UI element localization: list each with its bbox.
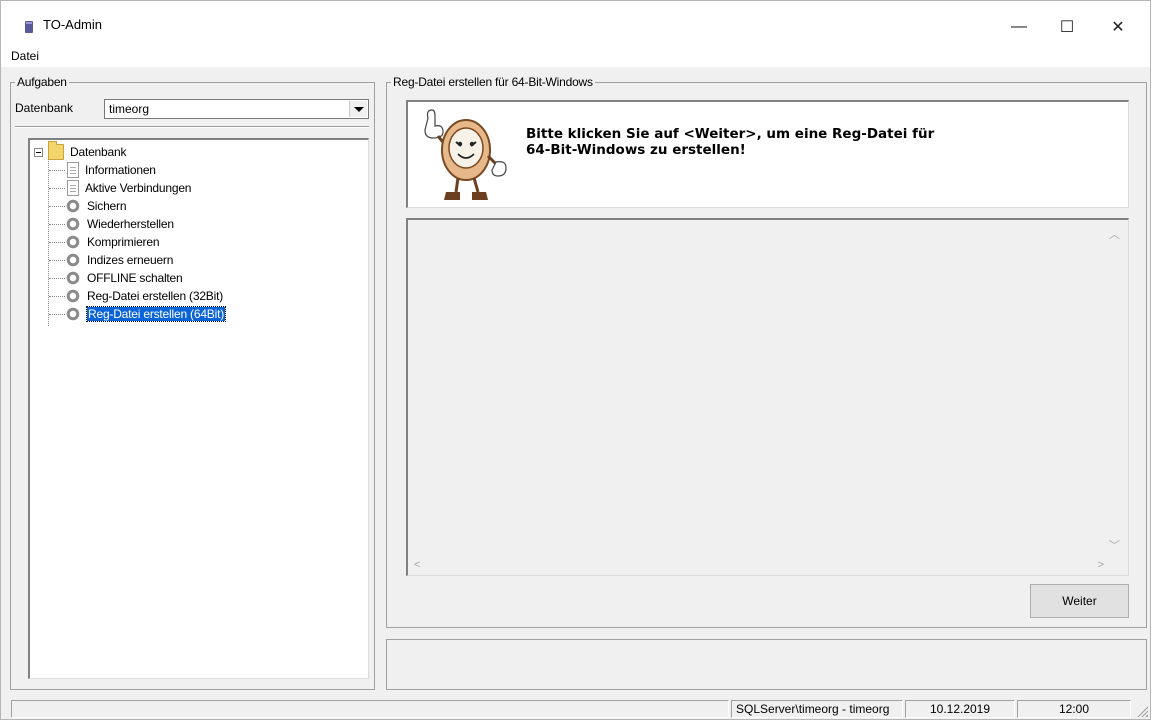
- tree-item-label: Sichern: [87, 199, 127, 213]
- tree-item-aktive-verbindungen[interactable]: Aktive Verbindungen: [65, 179, 191, 197]
- tasks-legend: Aufgaben: [15, 75, 69, 89]
- tasks-groupbox: Aufgaben Datenbank timeorg Datenbank Inf…: [10, 75, 375, 690]
- separator: [15, 126, 369, 128]
- scroll-left-arrow[interactable]: <: [414, 559, 420, 571]
- tree-line: [49, 242, 65, 243]
- tree-item-label: OFFLINE schalten: [87, 271, 183, 285]
- title-bar[interactable]: TO-Admin — ☐ ✕: [1, 1, 1150, 45]
- bottom-panel: [386, 639, 1147, 690]
- tree-item-komprimieren[interactable]: Komprimieren: [65, 233, 159, 251]
- close-button[interactable]: ✕: [1095, 13, 1141, 41]
- tree-item-indizes-erneuern[interactable]: Indizes erneuern: [65, 251, 173, 269]
- status-time: 12:00: [1017, 700, 1131, 718]
- tree-item-label: Komprimieren: [87, 235, 160, 249]
- window-title: TO-Admin: [43, 17, 102, 32]
- reg-file-legend: Reg-Datei erstellen für 64-Bit-Windows: [391, 75, 595, 89]
- tree-item-label: Wiederherstellen: [87, 217, 174, 231]
- document-icon: [67, 180, 79, 196]
- tree-item-reg-datei-64bit[interactable]: Reg-Datei erstellen (64Bit): [65, 305, 226, 323]
- reg-file-groupbox: Reg-Datei erstellen für 64-Bit-Windows B…: [386, 75, 1147, 628]
- database-combobox-value: timeorg: [109, 102, 150, 116]
- folder-icon: [48, 141, 64, 160]
- tree-item-informationen[interactable]: Informationen: [65, 161, 156, 179]
- tree-root-label: Datenbank: [70, 145, 127, 159]
- resize-grip-icon[interactable]: [1136, 705, 1148, 717]
- gear-icon: [65, 216, 81, 232]
- tree-item-label: Reg-Datei erstellen (32Bit): [87, 289, 223, 303]
- menu-datei[interactable]: Datei: [11, 49, 39, 63]
- tree-item-offline-schalten[interactable]: OFFLINE schalten: [65, 269, 183, 287]
- gear-icon: [65, 306, 81, 322]
- scroll-down-arrow[interactable]: ﹀: [1109, 537, 1120, 553]
- instruction-message: Bitte klicken Sie auf <Weiter>, um eine …: [526, 126, 934, 158]
- status-date: 10.12.2019: [905, 700, 1015, 718]
- minimize-button[interactable]: —: [996, 13, 1042, 41]
- document-icon: [67, 162, 79, 178]
- tree-item-sichern[interactable]: Sichern: [65, 197, 126, 215]
- tree-item-wiederherstellen[interactable]: Wiederherstellen: [65, 215, 174, 233]
- scroll-up-arrow[interactable]: ︿: [1109, 226, 1120, 242]
- tree-item-label: Reg-Datei erstellen (64Bit): [86, 306, 226, 322]
- instruction-line-2: 64-Bit-Windows zu erstellen!: [526, 142, 746, 158]
- tree-line: [49, 188, 65, 189]
- gear-icon: [65, 252, 81, 268]
- instruction-line-1: Bitte klicken Sie auf <Weiter>, um eine …: [526, 126, 935, 142]
- task-tree[interactable]: Datenbank Informationen Aktive Verbindun…: [28, 138, 369, 679]
- database-icon: [25, 21, 33, 33]
- tree-line: [49, 296, 65, 297]
- tree-item-reg-datei-32bit[interactable]: Reg-Datei erstellen (32Bit): [65, 287, 223, 305]
- database-combobox[interactable]: timeorg: [104, 99, 369, 119]
- main-window: TO-Admin — ☐ ✕ Datei Aufgaben Datenbank …: [0, 0, 1151, 720]
- tree-line: [49, 224, 65, 225]
- tree-line: [49, 170, 65, 171]
- tree-item-label: Informationen: [85, 163, 156, 177]
- tree-line: [49, 206, 65, 207]
- gear-icon: [65, 288, 81, 304]
- status-cell-empty: [11, 700, 729, 718]
- tree-root-datenbank[interactable]: Datenbank: [48, 141, 127, 161]
- clock-mascot-icon: [424, 109, 507, 200]
- tree-line: [49, 278, 65, 279]
- tree-item-label: Indizes erneuern: [87, 253, 174, 267]
- chevron-down-icon[interactable]: [349, 101, 367, 117]
- collapse-icon[interactable]: [34, 148, 43, 157]
- tree-item-label: Aktive Verbindungen: [85, 181, 192, 195]
- maximize-button[interactable]: ☐: [1044, 13, 1090, 41]
- menu-bar: Datei: [1, 45, 1150, 67]
- message-panel: Bitte klicken Sie auf <Weiter>, um eine …: [406, 100, 1129, 208]
- status-connection: SQLServer\timeorg - timeorg: [731, 700, 903, 718]
- status-bar: SQLServer\timeorg - timeorg 10.12.2019 1…: [1, 698, 1150, 719]
- output-area[interactable]: ︿ ﹀ < >: [406, 218, 1129, 576]
- gear-icon: [65, 198, 81, 214]
- database-label: Datenbank: [15, 101, 74, 115]
- scroll-right-arrow[interactable]: >: [1098, 559, 1104, 571]
- gear-icon: [65, 234, 81, 250]
- tree-line: [49, 314, 65, 315]
- gear-icon: [65, 270, 81, 286]
- next-button[interactable]: Weiter: [1030, 584, 1129, 618]
- tree-line: [49, 260, 65, 261]
